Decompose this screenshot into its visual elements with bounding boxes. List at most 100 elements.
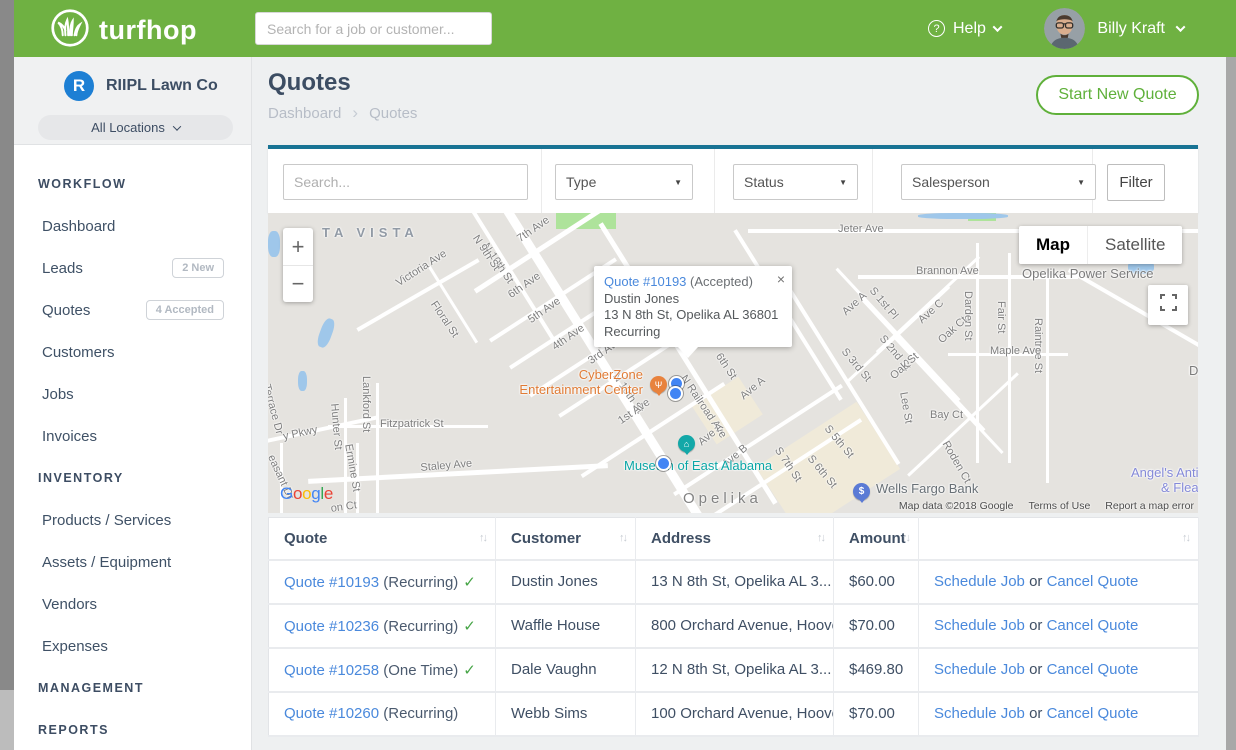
- table-header-row: Quote↑↓Customer↑↓Address↑↓Amount↑↓↑↓: [269, 518, 1199, 560]
- table-row: Quote #10193 (Recurring)✓Dustin Jones13 …: [269, 560, 1199, 604]
- table-row: Quote #10260 (Recurring)Webb Sims100 Orc…: [269, 692, 1199, 736]
- sidebar-item-label: Jobs: [42, 386, 74, 403]
- column-header-customer[interactable]: Customer↑↓: [496, 518, 636, 560]
- sidebar-item-label: Dashboard: [42, 218, 115, 235]
- filter-button[interactable]: Filter: [1107, 164, 1165, 201]
- table-body: Quote #10193 (Recurring)✓Dustin Jones13 …: [269, 560, 1199, 736]
- satellite-layer-button[interactable]: Satellite: [1087, 226, 1182, 264]
- sidebar-item-products-services[interactable]: Products / Services: [14, 499, 251, 541]
- schedule-job-link[interactable]: Schedule Job: [934, 573, 1025, 590]
- chevron-right-icon: ›: [352, 103, 358, 123]
- sidebar-item-leads[interactable]: Leads 2 New: [14, 247, 251, 289]
- sidebar-item-invoices[interactable]: Invoices: [14, 415, 251, 457]
- sidebar-item-jobs[interactable]: Jobs: [14, 373, 251, 415]
- street-label-hunter-st: Hunter St: [328, 403, 344, 450]
- top-bar: turfhop ? Help Billy Kraft: [14, 0, 1236, 57]
- column-header-amount[interactable]: Amount↑↓: [834, 518, 919, 560]
- google-logo-letter: G: [280, 484, 293, 503]
- sidebar-item-dashboard[interactable]: Dashboard: [14, 205, 251, 247]
- global-search-input[interactable]: [255, 12, 492, 45]
- user-menu[interactable]: Billy Kraft: [1044, 0, 1184, 57]
- schedule-job-link[interactable]: Schedule Job: [934, 617, 1025, 634]
- quote-link[interactable]: Quote #10193: [284, 574, 379, 591]
- map-canvas[interactable]: TA VISTA Opelika Jeter AveBrannon AveDar…: [268, 213, 1198, 513]
- poi-bank-icon[interactable]: $: [853, 483, 870, 500]
- quote-cell: Quote #10193 (Recurring)✓: [269, 560, 496, 604]
- cancel-quote-link[interactable]: Cancel Quote: [1047, 661, 1139, 678]
- poi-label-opelika-power-service[interactable]: Opelika Power Service: [1022, 266, 1198, 281]
- help-menu[interactable]: ? Help: [928, 0, 1001, 57]
- info-window-quote-link[interactable]: Quote #10193: [604, 274, 686, 289]
- chevron-down-icon: [173, 122, 181, 130]
- left-scrollbar[interactable]: [0, 0, 14, 750]
- brand-logo[interactable]: turfhop: [50, 8, 197, 53]
- fullscreen-button[interactable]: [1148, 285, 1188, 325]
- badge-2-new: 2 New: [172, 258, 224, 278]
- zoom-out-button[interactable]: −: [283, 265, 313, 302]
- dropdown-arrow-icon: ▼: [674, 178, 682, 187]
- sidebar-item-customers[interactable]: Customers: [14, 331, 251, 373]
- street-label-on-ct: on Ct: [330, 499, 358, 513]
- quote-map-marker[interactable]: [656, 456, 671, 471]
- sidebar-section-inventory: INVENTORY: [14, 457, 251, 499]
- terms-of-use-link[interactable]: Terms of Use: [1028, 500, 1090, 512]
- address-cell: 12 N 8th St, Opelika AL 3...: [636, 648, 834, 692]
- column-header-quote[interactable]: Quote↑↓: [269, 518, 496, 560]
- sidebar-item-assets-equipment[interactable]: Assets / Equipment: [14, 541, 251, 583]
- filter-search-input[interactable]: [283, 164, 528, 200]
- sidebar-item-label: Leads: [42, 260, 83, 277]
- poi-label-museum-of-east-alabama[interactable]: Museum of East Alabama: [624, 458, 794, 473]
- cancel-quote-link[interactable]: Cancel Quote: [1047, 573, 1139, 590]
- start-new-quote-button[interactable]: Start New Quote: [1036, 75, 1199, 115]
- street-label-terrace-dr: Terrace Dr: [268, 383, 285, 436]
- poi-label-angels-antique-flea-market[interactable]: Angel's Antiqu& Flea M: [1113, 465, 1198, 495]
- sidebar-item-quotes[interactable]: Quotes4 Accepted: [14, 289, 251, 331]
- poi-label-wells-fargo-bank[interactable]: Wells Fargo Bank: [876, 481, 1006, 496]
- quote-link[interactable]: Quote #10258: [284, 662, 379, 679]
- status-select[interactable]: Status▼: [733, 164, 858, 200]
- report-map-error-link[interactable]: Report a map error: [1105, 500, 1194, 512]
- map-data-credit: Map data ©2018 Google: [899, 500, 1014, 512]
- street-label-floral-st: Floral St: [428, 299, 461, 340]
- sidebar-item-label: Products / Services: [42, 512, 171, 529]
- badge-4-accepted: 4 Accepted: [146, 300, 224, 320]
- actions-cell: Schedule Job or Cancel Quote: [919, 648, 1199, 692]
- amount-cell: $60.00: [834, 560, 919, 604]
- poi-label-dr-truncated[interactable]: Dr: [1189, 363, 1198, 378]
- salesperson-select[interactable]: Salesperson▼: [901, 164, 1096, 200]
- right-scrollbar[interactable]: [1226, 57, 1236, 750]
- info-window-customer: Dustin Jones: [604, 291, 782, 308]
- user-name: Billy Kraft: [1097, 20, 1165, 38]
- company-block: R RIIPL Lawn Co All Locations: [14, 57, 251, 145]
- customer-cell: Dale Vaughn: [496, 648, 636, 692]
- sort-icon: ↑↓: [817, 532, 824, 544]
- column-header-actions[interactable]: ↑↓: [919, 518, 1199, 560]
- zoom-in-button[interactable]: +: [283, 228, 313, 265]
- breadcrumb-quotes: Quotes: [369, 105, 417, 122]
- schedule-job-link[interactable]: Schedule Job: [934, 705, 1025, 722]
- sidebar-item-expenses[interactable]: Expenses: [14, 625, 251, 667]
- right-scrollbar-thumb[interactable]: [1226, 57, 1236, 750]
- location-selector[interactable]: All Locations: [38, 115, 233, 140]
- sidebar-item-vendors[interactable]: Vendors: [14, 583, 251, 625]
- info-window-status: (Accepted): [690, 274, 753, 289]
- breadcrumb-dashboard[interactable]: Dashboard: [268, 105, 341, 122]
- cancel-quote-link[interactable]: Cancel Quote: [1047, 617, 1139, 634]
- column-header-address[interactable]: Address↑↓: [636, 518, 834, 560]
- poi-label-cyberzone-entertainment-center[interactable]: CyberZoneEntertainment Center: [493, 367, 643, 397]
- type-select[interactable]: Type▼: [555, 164, 693, 200]
- poi-restaurant-icon[interactable]: Ψ: [650, 376, 667, 393]
- schedule-job-link[interactable]: Schedule Job: [934, 661, 1025, 678]
- close-icon[interactable]: ×: [777, 271, 785, 288]
- help-label: Help: [953, 20, 986, 38]
- poi-museum-icon[interactable]: ⌂: [678, 435, 695, 452]
- quote-map-marker[interactable]: [668, 386, 683, 401]
- info-window-tail: [678, 347, 698, 358]
- google-logo[interactable]: Google: [280, 484, 333, 504]
- cancel-quote-link[interactable]: Cancel Quote: [1047, 705, 1139, 722]
- map-layer-button[interactable]: Map: [1019, 226, 1087, 264]
- quote-link[interactable]: Quote #10260: [284, 705, 379, 722]
- left-scrollbar-thumb[interactable]: [0, 0, 14, 690]
- filter-button-cell: Filter: [1093, 149, 1198, 213]
- quote-link[interactable]: Quote #10236: [284, 618, 379, 635]
